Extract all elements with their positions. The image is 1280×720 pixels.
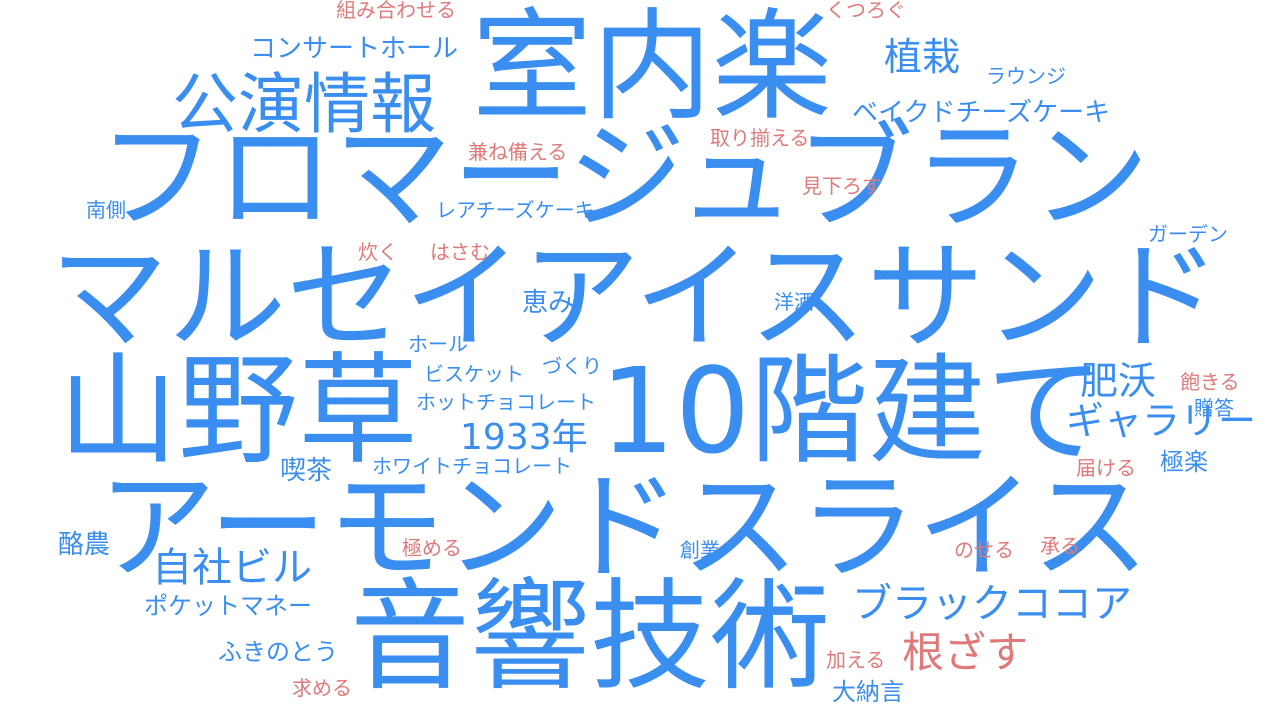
- word-cloud: 室内楽 フロマージュブラン マルセイアイスサンド 山野草 10階建て アーモンド…: [0, 0, 1280, 720]
- cloud-word: 求める: [292, 676, 352, 700]
- cloud-word: 音響技術: [350, 568, 830, 707]
- cloud-word: ホール: [408, 332, 468, 356]
- cloud-word: 極める: [402, 536, 462, 560]
- cloud-word: はさむ: [430, 240, 490, 264]
- cloud-word: ポケットマネー: [144, 592, 312, 620]
- cloud-word: 南側: [86, 198, 126, 222]
- cloud-word: 酪農: [58, 530, 111, 560]
- cloud-word: マルセイアイスサンド: [50, 228, 1221, 366]
- cloud-word: 公演情報: [172, 66, 436, 143]
- cloud-word: 山野草: [58, 342, 418, 481]
- cloud-word: コンサートホール: [250, 34, 459, 64]
- cloud-word: レアチーズケーキ: [436, 198, 595, 222]
- cloud-word: 組み合わせる: [336, 0, 456, 22]
- cloud-word: 承る: [1040, 534, 1080, 558]
- cloud-word: ラウンジ: [986, 64, 1066, 88]
- cloud-word: ブラックココア: [852, 581, 1132, 627]
- cloud-word: ビスケット: [424, 362, 524, 386]
- cloud-word: 1933年: [460, 417, 588, 458]
- cloud-word: 根ざす: [902, 628, 1029, 677]
- cloud-word: ふきのとう: [218, 638, 338, 666]
- cloud-word: 植栽: [884, 35, 961, 79]
- cloud-word: 10階建て: [600, 342, 1105, 480]
- cloud-word: 兼ね備える: [468, 140, 568, 164]
- cloud-word: 創業: [680, 538, 720, 562]
- cloud-word: ガーデン: [1148, 222, 1228, 246]
- cloud-word: ベイクドチーズケーキ: [852, 98, 1111, 128]
- cloud-word: 取り揃える: [710, 126, 810, 150]
- cloud-word: 自社ビル: [152, 545, 312, 591]
- cloud-word: 恵み: [522, 288, 575, 318]
- cloud-word: ホワイトチョコレート: [372, 454, 572, 478]
- cloud-word: くつろぐ: [826, 0, 906, 22]
- cloud-word: 肥沃: [1080, 359, 1157, 403]
- cloud-word: ホットチョコレート: [416, 390, 596, 414]
- cloud-word: づくり: [542, 354, 602, 378]
- cloud-word: 炊く: [358, 240, 398, 264]
- cloud-word: のせる: [954, 538, 1014, 562]
- cloud-word: 届ける: [1076, 456, 1136, 480]
- cloud-word: 飽きる: [1180, 370, 1240, 394]
- cloud-word: 洋酒: [774, 290, 814, 314]
- cloud-word: 喫茶: [280, 456, 333, 486]
- cloud-word: 大納言: [832, 678, 904, 706]
- cloud-word: 加える: [826, 648, 886, 672]
- cloud-word: 贈答: [1194, 396, 1234, 420]
- cloud-word: 極楽: [1160, 448, 1208, 476]
- cloud-word: 見下ろす: [802, 174, 882, 198]
